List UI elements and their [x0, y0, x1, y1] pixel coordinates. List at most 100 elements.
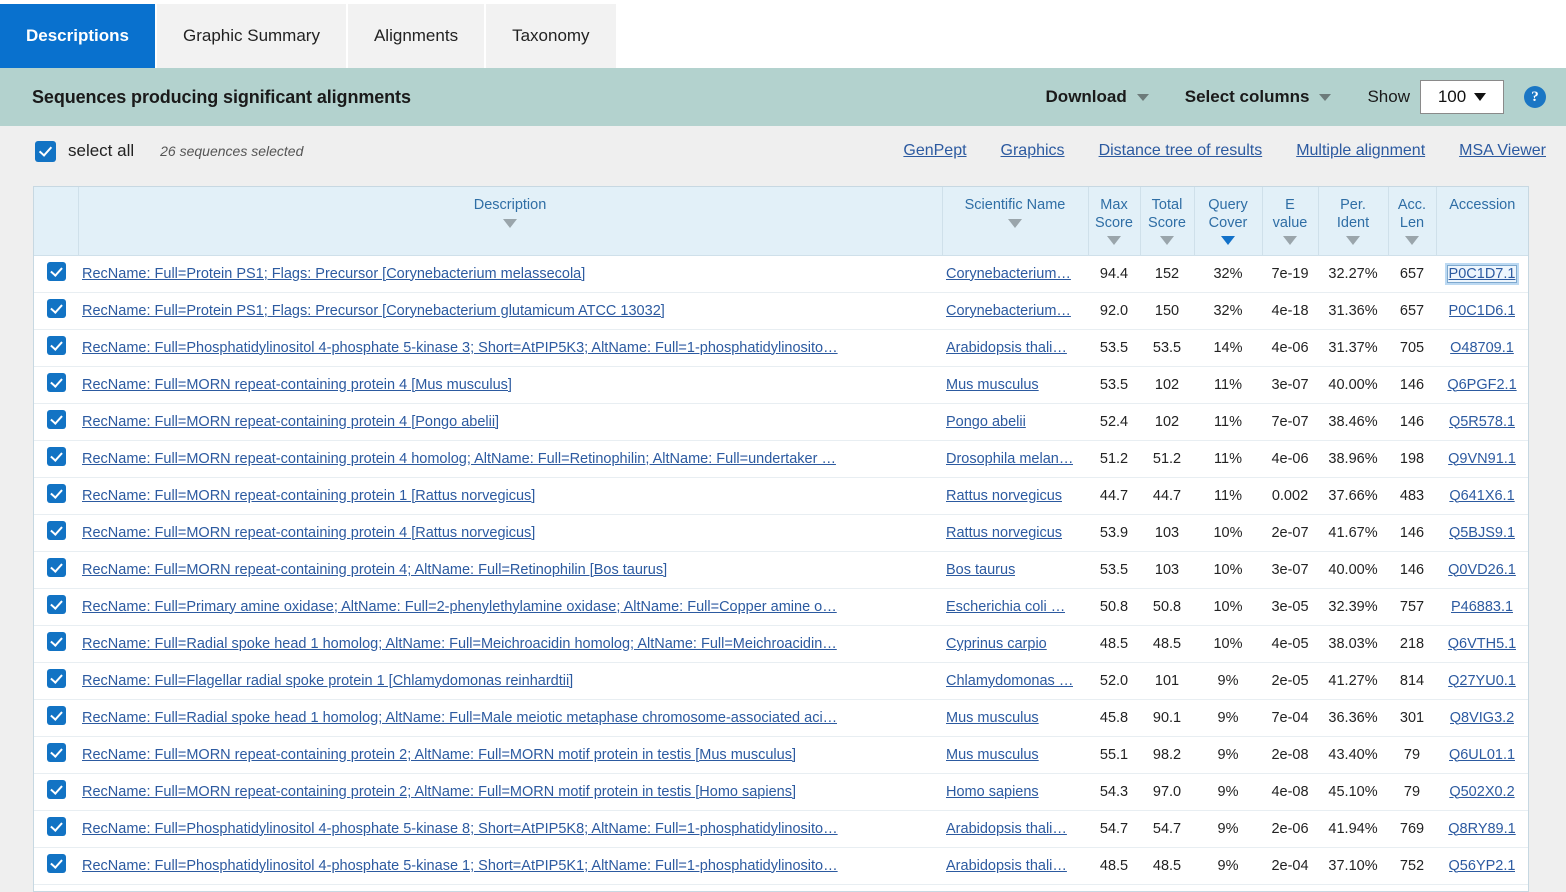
accession-link[interactable]: Q8VIG3.2	[1450, 710, 1514, 726]
help-icon[interactable]: ?	[1524, 86, 1546, 108]
select-columns-menu[interactable]: Select columns	[1167, 87, 1350, 107]
description-link[interactable]: RecName: Full=Protein PS1; Flags: Precur…	[82, 303, 665, 319]
col-header-scientific-name[interactable]: Scientific Name	[942, 187, 1089, 256]
max-score-cell: 45.8	[1088, 699, 1140, 737]
scientific-name-link[interactable]: Corynebacterium…	[946, 303, 1071, 319]
row-checkbox[interactable]	[46, 706, 66, 725]
accession-link[interactable]: P46883.1	[1451, 599, 1513, 615]
description-link[interactable]: RecName: Full=Phosphatidylinositol 4-pho…	[82, 858, 838, 874]
accession-link[interactable]: Q56YP2.1	[1449, 858, 1516, 874]
row-checkbox[interactable]	[46, 262, 66, 281]
row-checkbox[interactable]	[46, 743, 66, 762]
link-distance-tree-of-results[interactable]: Distance tree of results	[1099, 142, 1263, 160]
accession-link[interactable]: Q6PGF2.1	[1447, 377, 1516, 393]
row-checkbox[interactable]	[46, 632, 66, 651]
scientific-name-link[interactable]: Pongo abelii	[946, 414, 1026, 430]
col-header-query-cover[interactable]: Query Cover	[1194, 187, 1263, 256]
tab-alignments[interactable]: Alignments	[347, 4, 487, 68]
sort-arrow-icon	[1346, 236, 1360, 246]
accession-link[interactable]: Q5BJS9.1	[1449, 525, 1515, 541]
accession-link[interactable]: Q6UL01.1	[1449, 747, 1515, 763]
description-link[interactable]: RecName: Full=Radial spoke head 1 homolo…	[82, 710, 837, 726]
description-link[interactable]: RecName: Full=MORN repeat-containing pro…	[82, 377, 512, 393]
col-label: E value	[1272, 197, 1308, 231]
description-link[interactable]: RecName: Full=Flagellar radial spoke pro…	[82, 673, 573, 689]
scientific-name-link[interactable]: Homo sapiens	[946, 784, 1039, 800]
scientific-name-link[interactable]: Corynebacterium…	[946, 266, 1071, 282]
description-link[interactable]: RecName: Full=Phosphatidylinositol 4-pho…	[82, 340, 838, 356]
col-header-description[interactable]: Description	[78, 187, 943, 256]
scientific-name-link[interactable]: Mus musculus	[946, 377, 1039, 393]
description-link[interactable]: RecName: Full=MORN repeat-containing pro…	[82, 747, 796, 763]
description-link[interactable]: RecName: Full=MORN repeat-containing pro…	[82, 451, 836, 467]
accession-link[interactable]: P0C1D6.1	[1449, 303, 1516, 319]
row-checkbox[interactable]	[46, 780, 66, 799]
link-genpept[interactable]: GenPept	[903, 142, 966, 160]
row-checkbox[interactable]	[46, 854, 66, 873]
scientific-name-link[interactable]: Mus musculus	[946, 710, 1039, 726]
description-link[interactable]: RecName: Full=Protein PS1; Flags: Precur…	[82, 266, 585, 282]
description-link[interactable]: RecName: Full=Primary amine oxidase; Alt…	[82, 599, 837, 615]
accession-link[interactable]: Q6VTH5.1	[1448, 636, 1517, 652]
row-checkbox[interactable]	[46, 373, 66, 392]
scientific-name-link[interactable]: Arabidopsis thali…	[946, 340, 1067, 356]
col-header-accession[interactable]: Accession	[1436, 187, 1528, 256]
description-link[interactable]: RecName: Full=MORN repeat-containing pro…	[82, 414, 499, 430]
col-header-e-value[interactable]: E value	[1262, 187, 1319, 256]
accession-link[interactable]: O48709.1	[1450, 340, 1514, 356]
description-link[interactable]: RecName: Full=MORN repeat-containing pro…	[82, 488, 535, 504]
scientific-name-link[interactable]: Rattus norvegicus	[946, 488, 1062, 504]
accession-link[interactable]: Q0VD26.1	[1448, 562, 1516, 578]
accession-link[interactable]: Q641X6.1	[1449, 488, 1514, 504]
link-graphics[interactable]: Graphics	[1001, 142, 1065, 160]
scientific-name-link[interactable]: Chlamydomonas …	[946, 673, 1073, 689]
col-header-total-score[interactable]: Total Score	[1140, 187, 1195, 256]
scientific-name-link[interactable]: Arabidopsis thali…	[946, 858, 1067, 874]
accession-link[interactable]: Q502X0.2	[1449, 784, 1514, 800]
scientific-name-link[interactable]: Arabidopsis thali…	[946, 821, 1067, 837]
description-link[interactable]: RecName: Full=MORN repeat-containing pro…	[82, 562, 667, 578]
description-link[interactable]: RecName: Full=Phosphatidylinositol 4-pho…	[82, 821, 838, 837]
row-checkbox[interactable]	[46, 336, 66, 355]
row-checkbox[interactable]	[46, 521, 66, 540]
download-menu[interactable]: Download	[1028, 87, 1167, 107]
scientific-name-link[interactable]: Bos taurus	[946, 562, 1015, 578]
scientific-name-link[interactable]: Rattus norvegicus	[946, 525, 1062, 541]
row-checkbox[interactable]	[46, 410, 66, 429]
row-checkbox[interactable]	[46, 484, 66, 503]
max-score-cell: 51.2	[1088, 440, 1140, 478]
accession-link[interactable]: Q27YU0.1	[1448, 673, 1516, 689]
col-header-max-score[interactable]: Max Score	[1088, 187, 1141, 256]
row-checkbox[interactable]	[46, 558, 66, 577]
scientific-name-link[interactable]: Drosophila melan…	[946, 451, 1073, 467]
accession-link[interactable]: P0C1D7.1	[1444, 262, 1520, 285]
description-link[interactable]: RecName: Full=Radial spoke head 1 homolo…	[82, 636, 837, 652]
tab-graphic-summary[interactable]: Graphic Summary	[156, 4, 348, 68]
row-checkbox[interactable]	[46, 817, 66, 836]
scientific-name-link[interactable]: Cyprinus carpio	[946, 636, 1047, 652]
accession-link[interactable]: Q9VN91.1	[1448, 451, 1516, 467]
total-score-cell: 90.1	[1140, 699, 1194, 737]
accession-link[interactable]: Q5R578.1	[1449, 414, 1515, 430]
row-checkbox[interactable]	[46, 299, 66, 318]
scientific-name-link[interactable]: Escherichia coli …	[946, 599, 1065, 615]
show-count-select[interactable]: 100	[1420, 80, 1504, 114]
row-checkbox[interactable]	[46, 669, 66, 688]
row-select-cell	[34, 255, 78, 293]
tab-taxonomy[interactable]: Taxonomy	[486, 4, 618, 68]
col-header-acc-len[interactable]: Acc. Len	[1388, 187, 1437, 256]
show-count-value: 100	[1437, 87, 1467, 106]
accession-link[interactable]: Q8RY89.1	[1448, 821, 1515, 837]
link-msa-viewer[interactable]: MSA Viewer	[1459, 142, 1546, 160]
description-link[interactable]: RecName: Full=MORN repeat-containing pro…	[82, 784, 796, 800]
description-link[interactable]: RecName: Full=MORN repeat-containing pro…	[82, 525, 535, 541]
row-checkbox[interactable]	[46, 447, 66, 466]
action-bar: select all 26 sequences selected GenPept…	[0, 126, 1566, 176]
row-checkbox[interactable]	[46, 595, 66, 614]
row-select-cell	[34, 292, 78, 330]
link-multiple-alignment[interactable]: Multiple alignment	[1296, 142, 1425, 160]
scientific-name-link[interactable]: Mus musculus	[946, 747, 1039, 763]
select-all-checkbox[interactable]	[35, 140, 56, 162]
tab-descriptions[interactable]: Descriptions	[0, 4, 157, 68]
col-header-per-ident[interactable]: Per. Ident	[1318, 187, 1389, 256]
